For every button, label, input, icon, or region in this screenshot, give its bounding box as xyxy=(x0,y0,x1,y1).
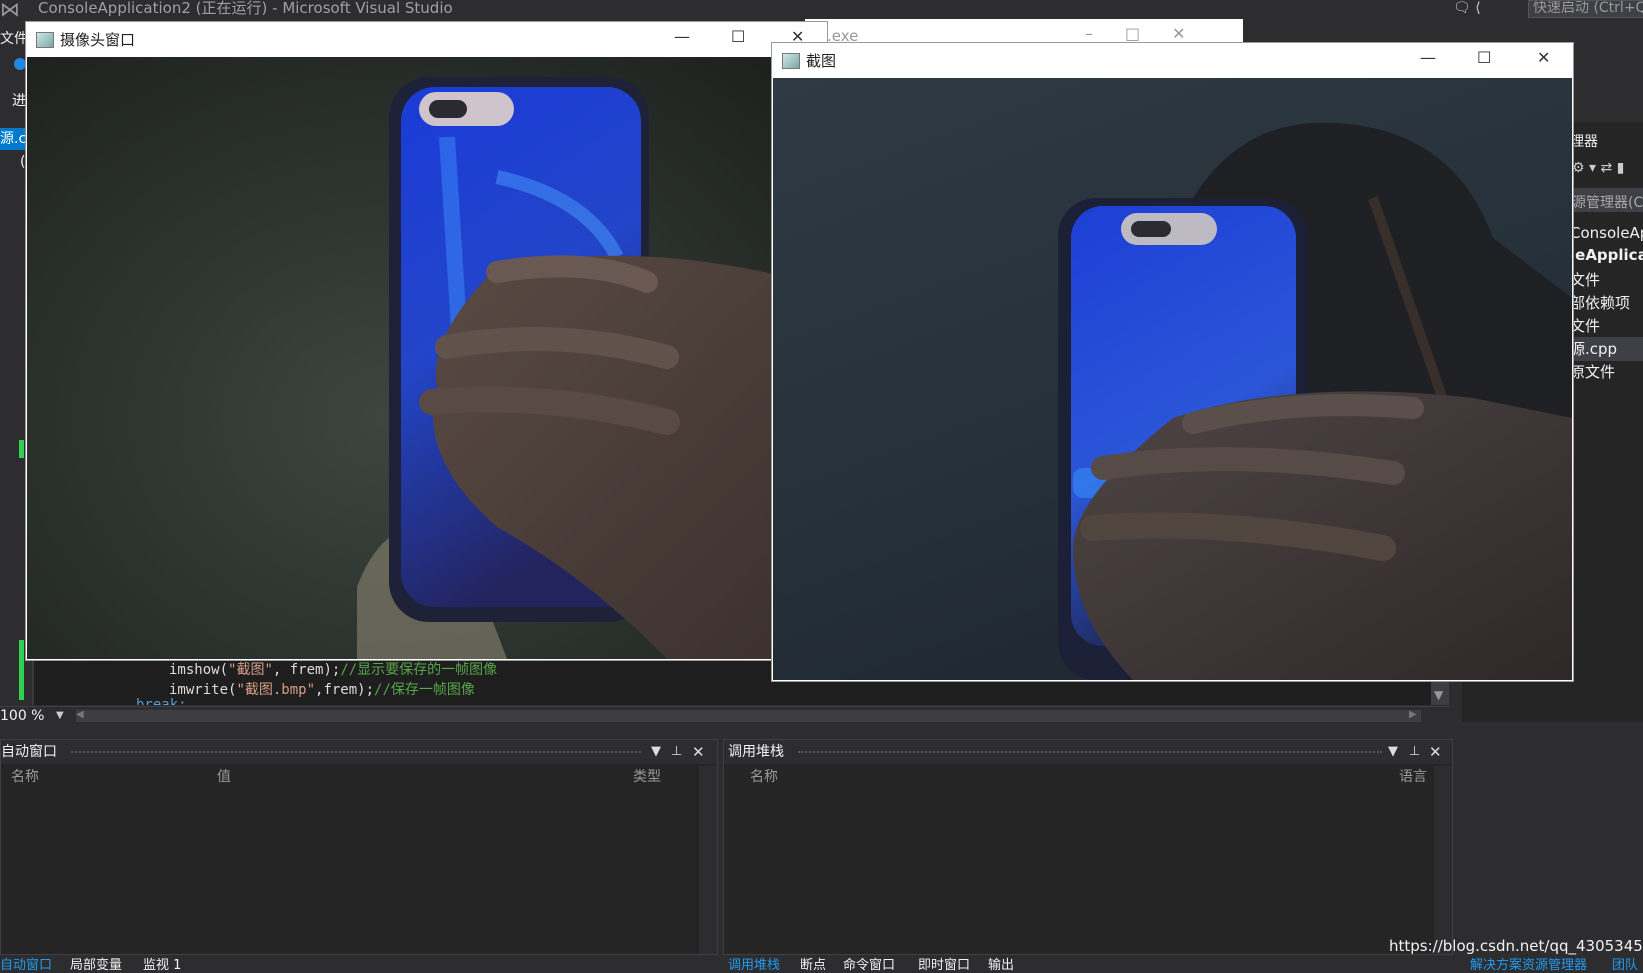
auto-window-scrollbar[interactable] xyxy=(699,766,717,954)
folder-item[interactable]: 原文件 xyxy=(1570,361,1615,382)
snapshot-window[interactable]: 截图 — ☐ ✕ xyxy=(771,42,1574,682)
change-marker xyxy=(19,640,24,700)
camera-window-title: 摄像头窗口 xyxy=(60,31,136,49)
tab-auto-window[interactable]: 自动窗口 xyxy=(0,954,52,973)
call-stack-title: 调用堆栈 xyxy=(728,744,784,760)
editor-tab-source[interactable]: 源.c xyxy=(0,128,26,150)
call-stack-header: 调用堆栈 ▼ ⊥ ✕ xyxy=(724,740,1452,764)
change-marker xyxy=(19,440,24,458)
auto-window-title: 自动窗口 xyxy=(1,744,57,760)
column-name[interactable]: 名称 xyxy=(11,766,39,786)
tab-command-window[interactable]: 命令窗口 xyxy=(843,954,895,973)
grip-dots xyxy=(798,751,1382,755)
feedback-icon[interactable]: 🗨 ⟨ xyxy=(1453,0,1481,16)
snapshot-window-titlebar[interactable]: 截图 — ☐ ✕ xyxy=(772,43,1573,77)
column-type[interactable]: 类型 xyxy=(633,766,661,786)
project-item[interactable]: leApplica xyxy=(1570,246,1643,264)
tab-solution-explorer[interactable]: 解决方案资源管理器 xyxy=(1470,954,1587,973)
column-language[interactable]: 语言 xyxy=(1399,766,1427,786)
scroll-down-icon[interactable]: ▼ xyxy=(1434,688,1443,702)
dropdown-icon[interactable]: ▼ xyxy=(1388,740,1398,764)
code-line-break: break; xyxy=(136,697,187,705)
tab-output[interactable]: 输出 xyxy=(988,954,1014,973)
solution-item[interactable]: ConsoleAp xyxy=(1570,224,1643,242)
editor-horizontal-scrollbar[interactable] xyxy=(76,710,1421,722)
camera-window[interactable]: 摄像头窗口 — ☐ ✕ xyxy=(25,21,828,661)
maximize-icon[interactable]: ☐ xyxy=(1477,48,1491,67)
close-icon[interactable]: ✕ xyxy=(1429,740,1442,764)
tab-immediate-window[interactable]: 即时窗口 xyxy=(918,954,970,973)
file-item-source-cpp[interactable]: 源.cpp xyxy=(1570,338,1617,359)
folder-item[interactable]: 文件 xyxy=(1570,315,1600,336)
solution-toolbar-icons[interactable]: ⚙ ▾ ⇄ ▮ xyxy=(1572,160,1624,176)
snapshot-window-title: 截图 xyxy=(806,52,837,70)
tab-call-stack[interactable]: 调用堆栈 xyxy=(728,954,780,973)
tab-breakpoints[interactable]: 断点 xyxy=(800,954,826,973)
window-title: ConsoleApplication2 (正在运行) - Microsoft V… xyxy=(38,0,453,17)
auto-window-panel: 自动窗口 ▼ ⊥ ✕ 名称 值 类型 xyxy=(0,739,718,955)
scroll-right-icon[interactable]: ▶ xyxy=(1409,709,1417,720)
call-stack-scrollbar[interactable] xyxy=(1434,766,1452,954)
zoom-dropdown-icon[interactable]: ▼ xyxy=(56,710,64,721)
camera-frame-image xyxy=(27,57,826,659)
close-icon[interactable]: ✕ xyxy=(692,740,705,764)
grip-dots xyxy=(71,751,641,755)
app-icon xyxy=(782,53,800,69)
column-value[interactable]: 值 xyxy=(217,766,231,786)
auto-window-header: 自动窗口 ▼ ⊥ ✕ xyxy=(1,740,717,764)
maximize-icon[interactable]: ☐ xyxy=(731,27,745,46)
app-icon xyxy=(36,32,54,48)
column-name[interactable]: 名称 xyxy=(750,766,778,786)
tab-team[interactable]: 团队 xyxy=(1612,954,1638,973)
watermark: https://blog.csdn.net/qq_43053456 xyxy=(1389,937,1643,955)
console-window-controls[interactable]: –□✕ xyxy=(1085,24,1218,43)
code-line-imshow: imshow("截图", frem);//显示要保存的一帧图像 xyxy=(169,662,498,678)
tab-locals[interactable]: 局部变量 xyxy=(70,954,122,973)
quick-launch-input[interactable]: 快速启动 (Ctrl+Q) xyxy=(1528,0,1643,18)
visual-studio-logo-icon: ⋈ xyxy=(0,0,20,21)
code-line-imwrite: imwrite("截图.bmp",frem);//保存一帧图像 xyxy=(169,682,475,698)
camera-window-titlebar[interactable]: 摄像头窗口 — ☐ ✕ xyxy=(26,22,827,56)
minimize-icon[interactable]: — xyxy=(1420,48,1436,67)
solution-explorer-title: 理器 xyxy=(1570,134,1598,150)
solution-search-input[interactable]: 源管理器(C xyxy=(1572,192,1643,212)
close-icon[interactable]: ✕ xyxy=(1537,48,1550,67)
pin-icon[interactable]: ⊥ xyxy=(1409,740,1420,764)
pin-icon[interactable]: ⊥ xyxy=(671,740,682,764)
dropdown-icon[interactable]: ▼ xyxy=(651,740,661,764)
tab-watch-1[interactable]: 监视 1 xyxy=(143,954,181,973)
menu-debug-process[interactable]: 进 xyxy=(12,90,26,110)
minimize-icon[interactable]: — xyxy=(674,27,690,46)
call-stack-panel: 调用堆栈 ▼ ⊥ ✕ 名称 语言 xyxy=(723,739,1453,955)
folder-item[interactable]: 部依赖项 xyxy=(1570,292,1630,313)
folder-item[interactable]: 文件 xyxy=(1570,269,1600,290)
menu-file[interactable]: 文件 xyxy=(0,28,28,48)
snapshot-frame-image xyxy=(773,78,1572,680)
zoom-level[interactable]: 100 % xyxy=(0,708,44,724)
scroll-left-icon[interactable]: ◀ xyxy=(76,709,84,720)
